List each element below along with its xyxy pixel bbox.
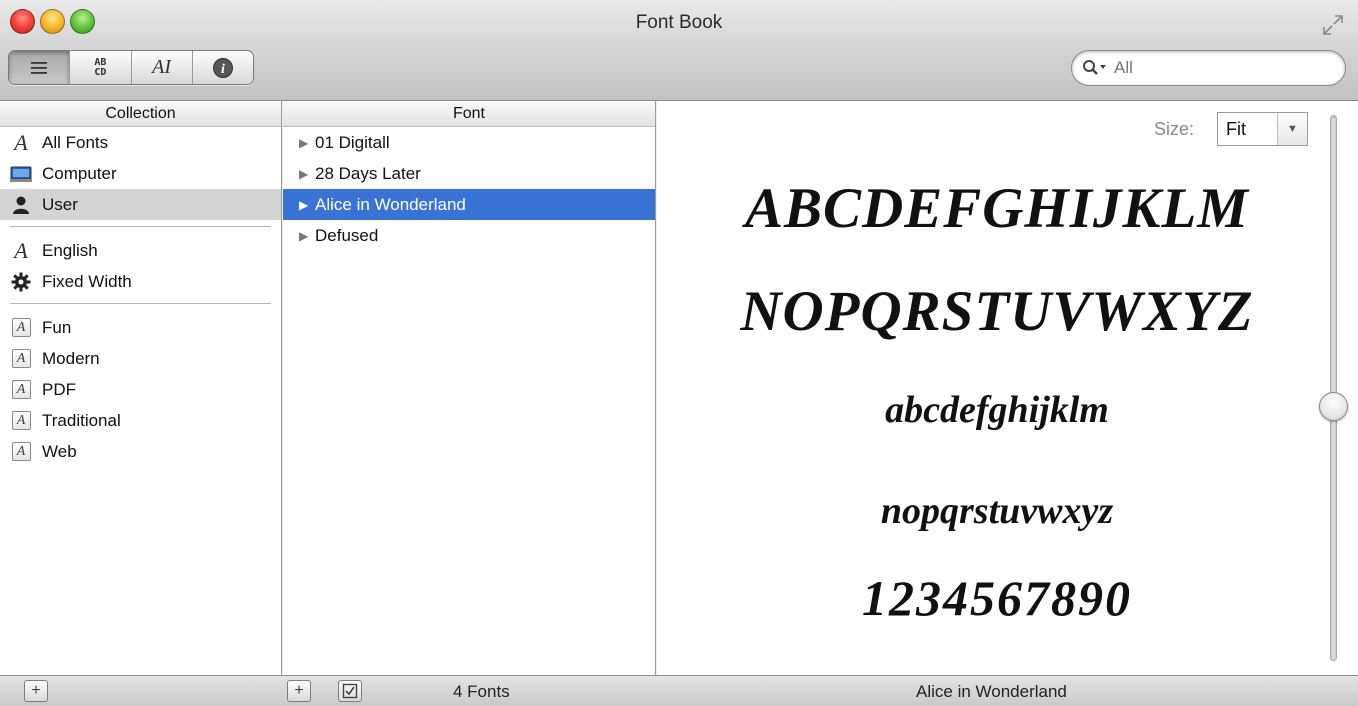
boxed-a-icon-wrap: A xyxy=(10,411,32,431)
sample-view-button[interactable]: AB CD xyxy=(70,51,132,84)
size-label: Size: xyxy=(1154,119,1195,139)
preview-line-uppercase-1: ABCDEFGHIJKLM xyxy=(745,177,1249,240)
font-item-label: Alice in Wonderland xyxy=(315,194,466,214)
collection-item-label: All Fonts xyxy=(42,132,109,152)
boxed-a-icon: A xyxy=(11,411,31,430)
collection-item-pdf[interactable]: A PDF xyxy=(0,374,281,405)
collection-item-label: Computer xyxy=(42,163,117,183)
font-item-alice-in-wonderland[interactable]: ▶ Alice in Wonderland xyxy=(283,189,655,220)
collection-item-fun[interactable]: A Fun xyxy=(0,312,281,343)
boxed-a-icon: A xyxy=(11,318,31,337)
boxed-a-icon-wrap: A xyxy=(10,318,32,338)
boxed-a-icon: A xyxy=(11,349,31,368)
preview-line-digits: 1234567890 xyxy=(862,570,1132,626)
size-select-value: Fit xyxy=(1226,118,1246,139)
selected-font-label: Alice in Wonderland xyxy=(916,682,1067,701)
fullscreen-icon[interactable] xyxy=(1322,14,1344,36)
collection-item-label: Web xyxy=(42,441,77,461)
text-cursor-icon: AI xyxy=(152,56,172,78)
window-title: Font Book xyxy=(635,12,723,33)
font-item-defused[interactable]: ▶ Defused xyxy=(283,220,655,251)
disclosure-triangle-icon[interactable]: ▶ xyxy=(299,136,311,150)
collection-item-label: Fun xyxy=(42,317,72,337)
info-view-button[interactable]: i xyxy=(193,51,253,84)
size-select[interactable]: Fit ▼ xyxy=(1217,112,1308,146)
search-scope-label: All xyxy=(1114,58,1133,77)
preview-line-lowercase-1: abcdefghijklm xyxy=(885,389,1109,431)
collection-item-traditional[interactable]: A Traditional xyxy=(0,405,281,436)
disclosure-triangle-icon[interactable]: ▶ xyxy=(299,229,311,243)
collection-item-modern[interactable]: A Modern xyxy=(0,343,281,374)
boxed-a-icon-wrap: A xyxy=(10,349,32,369)
abcd-icon-bottom: CD xyxy=(94,66,107,78)
list-icon xyxy=(31,61,48,74)
boxed-a-icon-wrap: A xyxy=(10,442,32,462)
view-mode-segmented-control: AB CD AI i xyxy=(8,50,254,85)
font-column-header[interactable]: Font xyxy=(283,101,655,127)
collection-item-label: Modern xyxy=(42,348,100,368)
add-collection-button[interactable]: + xyxy=(24,680,48,702)
collection-pane: Collection A All Fonts Computer User A E… xyxy=(0,101,282,675)
preview-line-lowercase-2: nopqrstuvwxyz xyxy=(880,490,1114,532)
font-item-28-days-later[interactable]: ▶ 28 Days Later xyxy=(283,158,655,189)
boxed-a-icon: A xyxy=(11,442,31,461)
collection-item-english[interactable]: A English xyxy=(0,235,281,266)
collection-item-label: Fixed Width xyxy=(42,271,132,291)
custom-view-button[interactable]: AI xyxy=(132,51,193,84)
add-font-button[interactable]: + xyxy=(287,680,311,702)
plus-icon: + xyxy=(294,682,304,699)
search-icon xyxy=(1083,60,1106,75)
size-slider-track[interactable] xyxy=(1330,115,1337,661)
collection-item-label: English xyxy=(42,240,98,260)
window-titlebar: Font Book AB CD AI i All xyxy=(0,0,1358,101)
preview-line-uppercase-2: NOPQRSTUVWXYZ xyxy=(740,280,1254,343)
gear-icon xyxy=(10,272,32,292)
font-item-01-digitall[interactable]: ▶ 01 Digitall xyxy=(283,127,655,158)
chevron-down-icon[interactable]: ▼ xyxy=(1277,113,1307,145)
collection-item-label: User xyxy=(42,194,78,214)
collection-separator xyxy=(10,226,271,228)
list-view-button[interactable] xyxy=(9,51,71,84)
collection-item-all-fonts[interactable]: A All Fonts xyxy=(0,127,281,158)
checkbox-icon xyxy=(342,683,358,699)
abcd-icon: AB CD xyxy=(94,56,107,78)
collection-item-computer[interactable]: Computer xyxy=(0,158,281,189)
collection-item-label: Traditional xyxy=(42,410,121,430)
enable-font-button[interactable] xyxy=(338,680,362,702)
status-bar: + + 4 Fonts Alice in Wonderland xyxy=(0,675,1358,706)
font-preview-pane: Size: Fit ▼ ABCDEFGHIJKLM NOPQRSTUVWXYZ … xyxy=(657,101,1358,675)
font-list-pane: Font ▶ 01 Digitall ▶ 28 Days Later ▶ Ali… xyxy=(283,101,656,675)
collection-column-header[interactable]: Collection xyxy=(0,101,281,127)
collection-item-label: PDF xyxy=(42,379,76,399)
font-item-label: 28 Days Later xyxy=(315,163,421,183)
script-a-icon: A xyxy=(14,129,28,155)
font-item-label: 01 Digitall xyxy=(315,132,390,152)
abcd-icon-top: AB xyxy=(94,56,107,68)
boxed-a-icon-wrap: A xyxy=(10,380,32,400)
disclosure-triangle-icon[interactable]: ▶ xyxy=(299,198,311,212)
size-slider-knob[interactable] xyxy=(1319,392,1348,421)
info-icon: i xyxy=(212,57,233,78)
plus-icon: + xyxy=(31,682,41,699)
computer-icon xyxy=(10,164,32,184)
collection-item-fixed-width[interactable]: Fixed Width xyxy=(0,266,281,297)
collection-separator xyxy=(10,303,271,305)
collection-item-user[interactable]: User xyxy=(0,189,281,220)
user-icon xyxy=(10,195,32,215)
boxed-a-icon: A xyxy=(11,380,31,399)
font-item-label: Defused xyxy=(315,225,379,245)
script-a-icon: A xyxy=(14,237,28,263)
disclosure-triangle-icon[interactable]: ▶ xyxy=(299,167,311,181)
font-count-label: 4 Fonts xyxy=(453,682,510,701)
search-field[interactable]: All xyxy=(1071,50,1346,86)
collection-item-web[interactable]: A Web xyxy=(0,436,281,467)
svg-text:i: i xyxy=(221,62,225,77)
